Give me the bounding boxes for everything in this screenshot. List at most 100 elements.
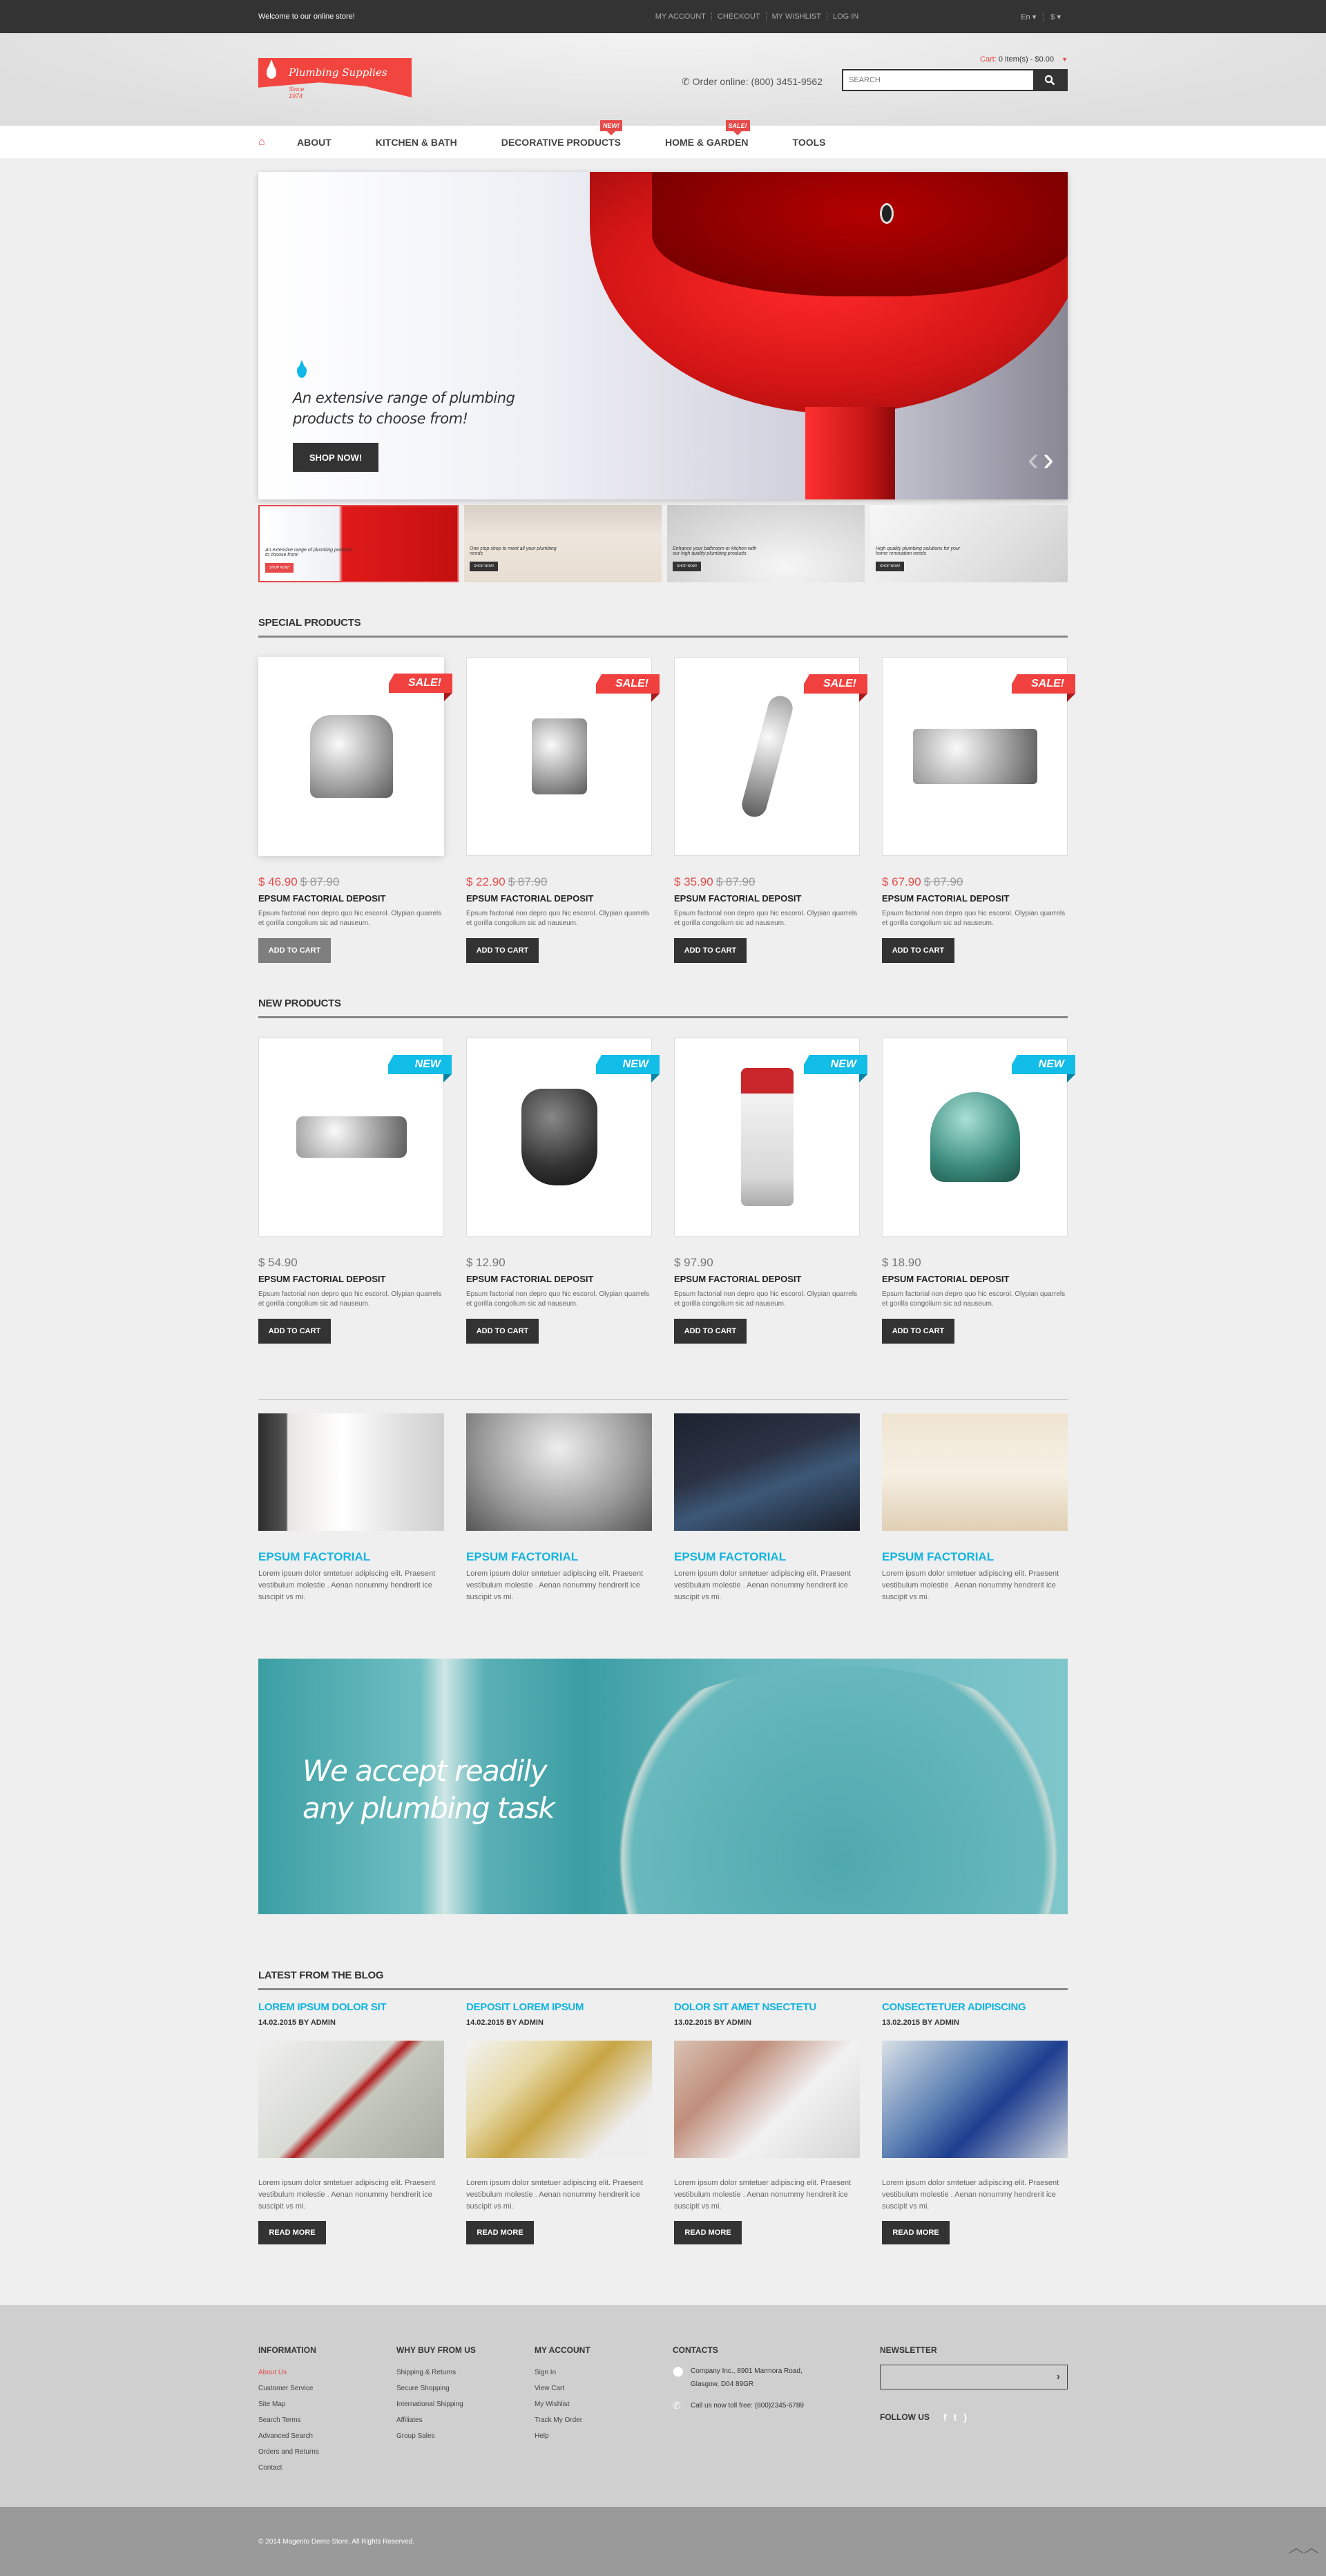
- nav-item-tools[interactable]: TOOLS: [793, 137, 826, 148]
- add-to-cart-button[interactable]: ADD TO CART: [466, 938, 539, 963]
- feature-title[interactable]: EPSUM FACTORIAL: [882, 1550, 1068, 1564]
- post-image[interactable]: [674, 2041, 860, 2158]
- product-image[interactable]: SALE!: [882, 657, 1075, 856]
- footer-link-help[interactable]: Help: [535, 2428, 673, 2444]
- product-name[interactable]: EPSUM FACTORIAL DEPOSIT: [258, 1274, 444, 1284]
- banner-line-1: We accept readily: [302, 1754, 548, 1788]
- product-image[interactable]: SALE!: [674, 657, 867, 856]
- slider-thumb[interactable]: One stop shop to meet all your plumbing …: [464, 505, 662, 582]
- rss-icon[interactable]: ): [963, 2412, 967, 2423]
- slide-image-sink-basin: [652, 172, 1068, 296]
- shop-now-button[interactable]: SHOP NOW!: [293, 443, 378, 472]
- log-in-link[interactable]: LOG IN: [827, 12, 864, 21]
- chevron-right-icon[interactable]: ›: [1057, 2371, 1060, 2383]
- product-name[interactable]: EPSUM FACTORIAL DEPOSIT: [466, 1274, 652, 1284]
- faucet-image[interactable]: [466, 1413, 652, 1531]
- footer-link-orders-returns[interactable]: Orders and Returns: [258, 2444, 396, 2460]
- new-ribbon: NEW: [596, 1055, 660, 1074]
- footer-link-site-map[interactable]: Site Map: [258, 2396, 396, 2412]
- bathroom-image[interactable]: [882, 1413, 1068, 1531]
- post-title[interactable]: LOREM IPSUM DOLOR SIT: [258, 2001, 444, 2013]
- footer-link-contact[interactable]: Contact: [258, 2460, 396, 2476]
- footer-link-group-sales[interactable]: Group Sales: [396, 2428, 535, 2444]
- post-title[interactable]: DEPOSIT LOREM IPSUM: [466, 2001, 652, 2013]
- footer-link-advanced-search[interactable]: Advanced Search: [258, 2428, 396, 2444]
- language-switcher[interactable]: En ▾: [1014, 12, 1043, 21]
- search-box: [842, 69, 1068, 91]
- footer-link-customer-service[interactable]: Customer Service: [258, 2381, 396, 2396]
- add-to-cart-button[interactable]: ADD TO CART: [882, 1319, 954, 1344]
- read-more-button[interactable]: READ MORE: [258, 2221, 326, 2244]
- promo-banner[interactable]: We accept readily any plumbing task: [258, 1659, 1068, 1914]
- read-more-button[interactable]: READ MORE: [466, 2221, 534, 2244]
- footer-link-search-terms[interactable]: Search Terms: [258, 2412, 396, 2428]
- read-more-button[interactable]: READ MORE: [674, 2221, 742, 2244]
- home-icon[interactable]: ⌂: [258, 136, 297, 149]
- add-to-cart-button[interactable]: ADD TO CART: [258, 938, 331, 963]
- post-image[interactable]: [466, 2041, 652, 2158]
- sale-ribbon: SALE!: [1012, 674, 1075, 694]
- footer-link-about-us[interactable]: About Us: [258, 2365, 396, 2381]
- add-to-cart-button[interactable]: ADD TO CART: [258, 1319, 331, 1344]
- add-to-cart-button[interactable]: ADD TO CART: [674, 938, 747, 963]
- toilet-image[interactable]: [258, 1413, 444, 1531]
- product-image[interactable]: NEW: [466, 1038, 660, 1237]
- slider-thumb[interactable]: Enhance your bathroom or kitchen with ou…: [667, 505, 865, 582]
- footer-link-view-cart[interactable]: View Cart: [535, 2381, 673, 2396]
- main-nav: ⌂ ABOUT KITCHEN & BATH DECORATIVE PRODUC…: [0, 120, 1326, 158]
- footer-link-track-order[interactable]: Track My Order: [535, 2412, 673, 2428]
- feature-title[interactable]: EPSUM FACTORIAL: [258, 1550, 444, 1564]
- back-to-top-icon[interactable]: ︿︿: [1289, 2535, 1319, 2557]
- post-title[interactable]: CONSECTETUER ADIPISCING: [882, 2001, 1068, 2013]
- nav-item-home-garden[interactable]: HOME & GARDEN SALE!: [665, 120, 750, 148]
- feature-title[interactable]: EPSUM FACTORIAL: [466, 1550, 652, 1564]
- post-image[interactable]: [882, 2041, 1068, 2158]
- facebook-icon[interactable]: f: [943, 2412, 947, 2423]
- nav-item-about[interactable]: ABOUT: [297, 137, 332, 148]
- my-account-link[interactable]: MY ACCOUNT: [650, 12, 712, 21]
- product-image[interactable]: NEW: [258, 1038, 452, 1237]
- search-button[interactable]: [1033, 70, 1066, 90]
- add-to-cart-button[interactable]: ADD TO CART: [674, 1319, 747, 1344]
- product-image[interactable]: NEW: [674, 1038, 867, 1237]
- slider-thumbnails: An extensive range of plumbing products …: [258, 505, 1068, 582]
- product-card: NEW $ 18.90 EPSUM FACTORIAL DEPOSIT Epsu…: [882, 1038, 1075, 1344]
- checkout-link[interactable]: CHECKOUT: [712, 12, 767, 21]
- product-name[interactable]: EPSUM FACTORIAL DEPOSIT: [258, 893, 444, 904]
- next-arrow-icon[interactable]: ›: [1043, 441, 1054, 478]
- phone-text: Call us now toll free: (800)2345-6789: [691, 2402, 804, 2410]
- footer-link-my-wishlist[interactable]: My Wishlist: [535, 2396, 673, 2412]
- cart-summary[interactable]: Cart: 0 item(s) - $0.00 ▼: [980, 55, 1068, 64]
- footer-link-secure-shopping[interactable]: Secure Shopping: [396, 2381, 535, 2396]
- feature-title[interactable]: EPSUM FACTORIAL: [674, 1550, 860, 1564]
- post-title[interactable]: DOLOR SIT AMET NSECTETU: [674, 2001, 860, 2013]
- nav-item-decorative-products[interactable]: DECORATIVE PRODUCTS NEW!: [501, 120, 622, 148]
- product-name[interactable]: EPSUM FACTORIAL DEPOSIT: [674, 1274, 860, 1284]
- footer-link-shipping-returns[interactable]: Shipping & Returns: [396, 2365, 535, 2381]
- post-excerpt: Lorem ipsum dolor smtetuer adipiscing el…: [882, 2179, 1059, 2211]
- product-image[interactable]: SALE!: [258, 657, 452, 856]
- my-wishlist-link[interactable]: MY WISHLIST: [767, 12, 827, 21]
- currency-switcher[interactable]: $ ▾: [1043, 12, 1068, 21]
- product-name[interactable]: EPSUM FACTORIAL DEPOSIT: [882, 1274, 1068, 1284]
- product-name[interactable]: EPSUM FACTORIAL DEPOSIT: [466, 893, 652, 904]
- twitter-icon[interactable]: t: [954, 2412, 957, 2423]
- prev-arrow-icon[interactable]: ‹: [1028, 441, 1039, 478]
- post-image[interactable]: [258, 2041, 444, 2158]
- newsletter-input[interactable]: ›: [880, 2365, 1068, 2389]
- footer-link-sign-in[interactable]: Sign In: [535, 2365, 673, 2381]
- product-image[interactable]: SALE!: [466, 657, 660, 856]
- read-more-button[interactable]: READ MORE: [882, 2221, 950, 2244]
- search-input[interactable]: [843, 70, 1033, 90]
- slider-thumb[interactable]: High quality plumbing solutions for your…: [870, 505, 1068, 582]
- footer-link-international-shipping[interactable]: International Shipping: [396, 2396, 535, 2412]
- shower-image[interactable]: [674, 1413, 860, 1531]
- product-name[interactable]: EPSUM FACTORIAL DEPOSIT: [674, 893, 860, 904]
- add-to-cart-button[interactable]: ADD TO CART: [882, 938, 954, 963]
- nav-item-kitchen-bath[interactable]: KITCHEN & BATH: [376, 137, 457, 148]
- product-name[interactable]: EPSUM FACTORIAL DEPOSIT: [882, 893, 1068, 904]
- product-image[interactable]: NEW: [882, 1038, 1075, 1237]
- footer-link-affiliates[interactable]: Affiliates: [396, 2412, 535, 2428]
- slider-thumb[interactable]: An extensive range of plumbing products …: [258, 505, 459, 582]
- add-to-cart-button[interactable]: ADD TO CART: [466, 1319, 539, 1344]
